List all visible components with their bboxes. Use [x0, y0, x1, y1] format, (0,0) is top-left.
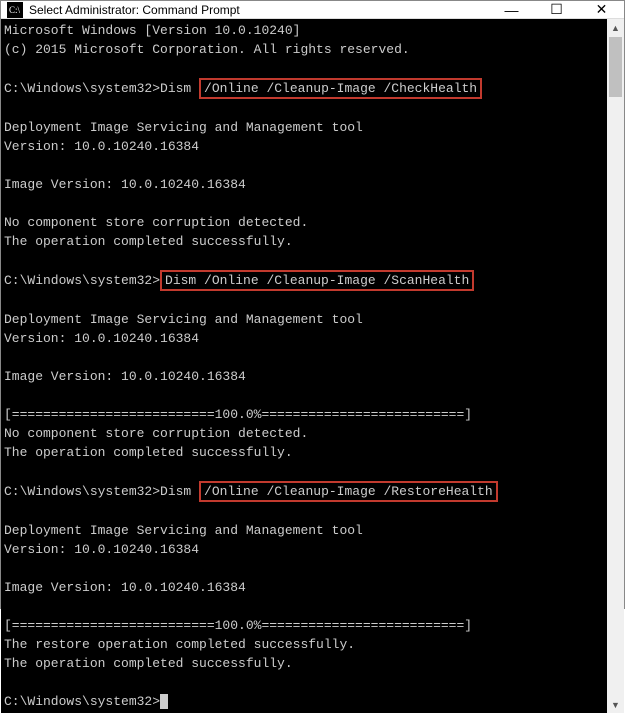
image-version-3: Image Version: 10.0.10240.16384 [4, 580, 246, 595]
no-corruption-2: No component store corruption detected. [4, 426, 308, 441]
close-button[interactable]: ✕ [579, 1, 624, 18]
window-title: Select Administrator: Command Prompt [29, 3, 489, 17]
prompt-4: C:\Windows\system32> [4, 694, 160, 709]
tool-line-1: Deployment Image Servicing and Managemen… [4, 120, 363, 135]
cmd1-prefix: Dism [160, 81, 199, 96]
completed-1: The operation completed successfully. [4, 234, 293, 249]
image-version-1: Image Version: 10.0.10240.16384 [4, 177, 246, 192]
cmd3-prefix: Dism [160, 484, 199, 499]
prompt-1: C:\Windows\system32> [4, 81, 160, 96]
os-version-line: Microsoft Windows [Version 10.0.10240] [4, 23, 300, 38]
completed-2: The operation completed successfully. [4, 445, 293, 460]
cmd1-highlight: /Online /Cleanup-Image /CheckHealth [199, 78, 482, 99]
command-prompt-window: C:\ Select Administrator: Command Prompt… [0, 0, 625, 609]
prompt-2: C:\Windows\system32> [4, 273, 160, 288]
text-cursor [160, 694, 168, 709]
progress-1: [==========================100.0%=======… [4, 407, 472, 422]
copyright-line: (c) 2015 Microsoft Corporation. All righ… [4, 42, 410, 57]
titlebar[interactable]: C:\ Select Administrator: Command Prompt… [1, 1, 624, 19]
tool-line-3: Deployment Image Servicing and Managemen… [4, 523, 363, 538]
scroll-thumb[interactable] [609, 37, 622, 97]
version-line-2: Version: 10.0.10240.16384 [4, 331, 199, 346]
restore-done: The restore operation completed successf… [4, 637, 355, 652]
version-line-3: Version: 10.0.10240.16384 [4, 542, 199, 557]
scroll-up-button[interactable]: ▲ [607, 19, 624, 36]
svg-text:C:\: C:\ [9, 5, 21, 15]
app-icon: C:\ [7, 2, 23, 18]
progress-2: [==========================100.0%=======… [4, 618, 472, 633]
tool-line-2: Deployment Image Servicing and Managemen… [4, 312, 363, 327]
cmd3-highlight: /Online /Cleanup-Image /RestoreHealth [199, 481, 498, 502]
cmd2-highlight: Dism /Online /Cleanup-Image /ScanHealth [160, 270, 474, 291]
version-line-1: Version: 10.0.10240.16384 [4, 139, 199, 154]
minimize-button[interactable]: — [489, 1, 534, 18]
maximize-button[interactable]: ☐ [534, 1, 579, 18]
prompt-3: C:\Windows\system32> [4, 484, 160, 499]
window-controls: — ☐ ✕ [489, 1, 624, 18]
no-corruption-1: No component store corruption detected. [4, 215, 308, 230]
scroll-down-button[interactable]: ▼ [607, 696, 624, 713]
image-version-2: Image Version: 10.0.10240.16384 [4, 369, 246, 384]
completed-3: The operation completed successfully. [4, 656, 293, 671]
